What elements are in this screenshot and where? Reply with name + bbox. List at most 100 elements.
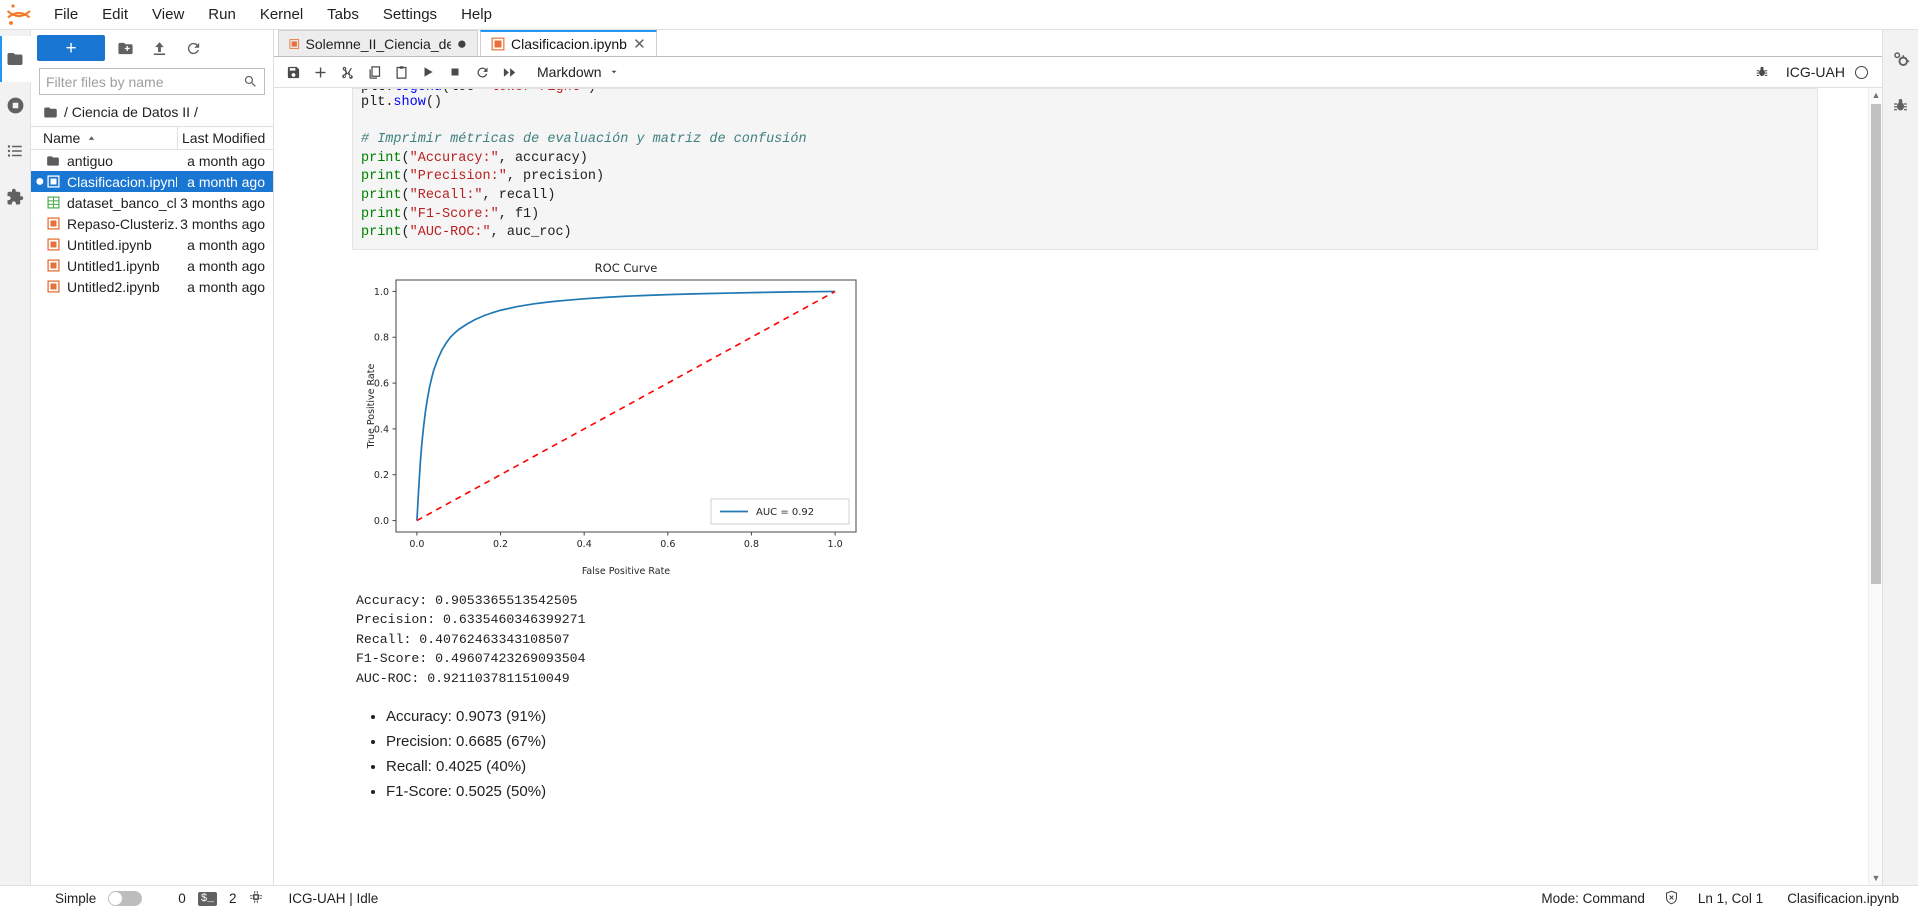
jupyter-logo-icon: [4, 2, 34, 28]
run-cell-button[interactable]: [415, 60, 441, 84]
notebook-icon: [43, 217, 63, 230]
svg-text:0.2: 0.2: [374, 470, 389, 481]
file-name: Untitled1.ipynb: [67, 257, 160, 274]
shield-close-icon[interactable]: [1664, 890, 1679, 908]
cpu-chip-icon[interactable]: [249, 890, 263, 907]
save-button[interactable]: [280, 60, 306, 84]
svg-text:0.2: 0.2: [493, 539, 508, 550]
svg-text:1.0: 1.0: [374, 287, 389, 298]
code-line-clipped: plt.legend(loc="lower right"): [361, 89, 1817, 98]
current-filename[interactable]: Clasificacion.ipynb: [1782, 891, 1904, 906]
svg-text:0.6: 0.6: [660, 539, 675, 550]
file-list-item[interactable]: Repaso-Clusteriz... 3 months ago: [31, 213, 273, 234]
jupyterlab-window: File Edit View Run Kernel Tabs Settings …: [0, 0, 1918, 911]
cell-prompt: [274, 88, 352, 250]
sidebar-tab-debugger[interactable]: [1885, 82, 1916, 128]
terminal-count[interactable]: 2: [224, 891, 242, 906]
search-input[interactable]: [46, 73, 243, 90]
svg-text:1.0: 1.0: [828, 539, 843, 550]
new-launcher-button[interactable]: +: [37, 35, 105, 61]
cursor-position[interactable]: Ln 1, Col 1: [1693, 891, 1768, 906]
scroll-down-arrow[interactable]: ▼: [1869, 871, 1882, 885]
sidebar-tab-property-inspector[interactable]: [1885, 36, 1916, 82]
paste-cell-button[interactable]: [388, 60, 414, 84]
code-cell[interactable]: plt.legend(loc="lower right")plt.show() …: [274, 88, 1868, 250]
notebook-icon: [289, 38, 300, 49]
notebook-icon: [43, 175, 63, 188]
code-editor[interactable]: plt.legend(loc="lower right")plt.show() …: [352, 88, 1818, 250]
list-item: Recall: 0.4025 (40%): [386, 754, 1868, 779]
status-bar: Simple 0 $_ 2 ICG-UAH | Idle Mode: Comma…: [0, 885, 1918, 911]
kernel-session-count[interactable]: 0: [173, 891, 191, 906]
list-item: Precision: 0.6685 (67%): [386, 729, 1868, 754]
file-list: antiguo a month ago ● Clasificacion.ipynb a …: [31, 150, 273, 885]
tab-label: Clasificacion.ipynb: [511, 36, 627, 52]
column-header-last-modified[interactable]: Last Modified: [177, 127, 273, 149]
file-name: Repaso-Clusteriz...: [67, 215, 177, 232]
breadcrumb[interactable]: / Ciencia de Datos II /: [31, 101, 273, 126]
menu-bar: File Edit View Run Kernel Tabs Settings …: [0, 0, 1918, 30]
sidebar-tab-file-browser[interactable]: [0, 36, 31, 82]
menu-edit[interactable]: Edit: [90, 3, 140, 27]
kernel-status-text[interactable]: ICG-UAH | Idle: [284, 891, 384, 906]
svg-text:0.4: 0.4: [577, 539, 592, 550]
bug-icon[interactable]: [1749, 60, 1775, 84]
cut-cell-button[interactable]: [334, 60, 360, 84]
tab-solemne-ii[interactable]: Solemne_II_Ciencia_de_Datos ●: [278, 30, 478, 56]
vertical-scrollbar[interactable]: ▲ ▼: [1868, 88, 1882, 885]
menu-kernel[interactable]: Kernel: [248, 3, 315, 27]
column-label-name: Name: [43, 130, 81, 146]
file-browser-panel: + / Ciencia de Datos II /: [31, 30, 274, 885]
insert-cell-button[interactable]: [307, 60, 333, 84]
chart-legend: AUC = 0.92: [710, 498, 850, 525]
menu-settings[interactable]: Settings: [371, 3, 449, 27]
restart-and-run-all-button[interactable]: [496, 60, 522, 84]
tab-clasificacion[interactable]: Clasificacion.ipynb ✕: [480, 30, 657, 56]
notebook-icon: [43, 238, 63, 251]
kernel-name-label[interactable]: ICG-UAH: [1786, 64, 1845, 80]
file-modified: a month ago: [187, 257, 265, 274]
tab-label: Solemne_II_Ciencia_de_Datos: [305, 35, 451, 52]
menu-run[interactable]: Run: [196, 3, 248, 27]
menu-file[interactable]: File: [42, 3, 90, 27]
editor-mode[interactable]: Mode: Command: [1536, 891, 1650, 906]
code-line: # Imprimir métricas de evaluación y matr…: [361, 132, 807, 148]
scroll-up-arrow[interactable]: ▲: [1869, 88, 1882, 102]
column-header-name[interactable]: Name: [31, 130, 177, 146]
sidebar-tab-running-sessions[interactable]: [0, 82, 31, 128]
simple-mode-toggle[interactable]: [108, 891, 143, 906]
new-folder-icon[interactable]: [111, 35, 139, 61]
file-list-item[interactable]: Untitled.ipynb a month ago: [31, 234, 273, 255]
scrollbar-thumb[interactable]: [1871, 104, 1881, 584]
code-line: print("AUC-ROC:", auc_roc): [361, 225, 572, 241]
upload-icon[interactable]: [145, 35, 173, 61]
menu-help[interactable]: Help: [449, 3, 504, 27]
file-filter-box[interactable]: [39, 68, 265, 95]
sidebar-tab-extension-manager[interactable]: [0, 174, 31, 220]
interrupt-kernel-button[interactable]: [442, 60, 468, 84]
file-list-item[interactable]: dataset_banco_cl... 3 months ago: [31, 192, 273, 213]
close-icon[interactable]: ✕: [633, 35, 646, 53]
notebook-content: plt.legend(loc="lower right")plt.show() …: [274, 88, 1868, 885]
copy-cell-button[interactable]: [361, 60, 387, 84]
list-item: F1-Score: 0.5025 (50%): [386, 779, 1868, 804]
cell-type-dropdown[interactable]: Markdown: [531, 62, 626, 82]
refresh-icon[interactable]: [179, 35, 207, 61]
restart-kernel-button[interactable]: [469, 60, 495, 84]
file-list-item[interactable]: ● Clasificacion.ipynb a month ago: [31, 171, 273, 192]
folder-icon: [44, 107, 57, 117]
file-name: Untitled.ipynb: [67, 236, 152, 253]
file-list-item[interactable]: Untitled2.ipynb a month ago: [31, 276, 273, 297]
notebook-toolbar: Markdown ICG-UAH: [274, 57, 1882, 88]
menu-view[interactable]: View: [140, 3, 196, 27]
menu-tabs[interactable]: Tabs: [315, 3, 371, 27]
file-name: dataset_banco_cl...: [67, 194, 177, 211]
terminal-icon[interactable]: $_: [197, 891, 217, 906]
svg-text:0.0: 0.0: [409, 539, 424, 550]
file-list-item[interactable]: antiguo a month ago: [31, 150, 273, 171]
right-activity-bar: [1882, 30, 1918, 885]
sidebar-tab-commands[interactable]: [0, 128, 31, 174]
file-list-item[interactable]: Untitled1.ipynb a month ago: [31, 255, 273, 276]
kernel-status-indicator[interactable]: [1855, 65, 1868, 79]
column-label-last-modified: Last Modified: [182, 130, 266, 146]
